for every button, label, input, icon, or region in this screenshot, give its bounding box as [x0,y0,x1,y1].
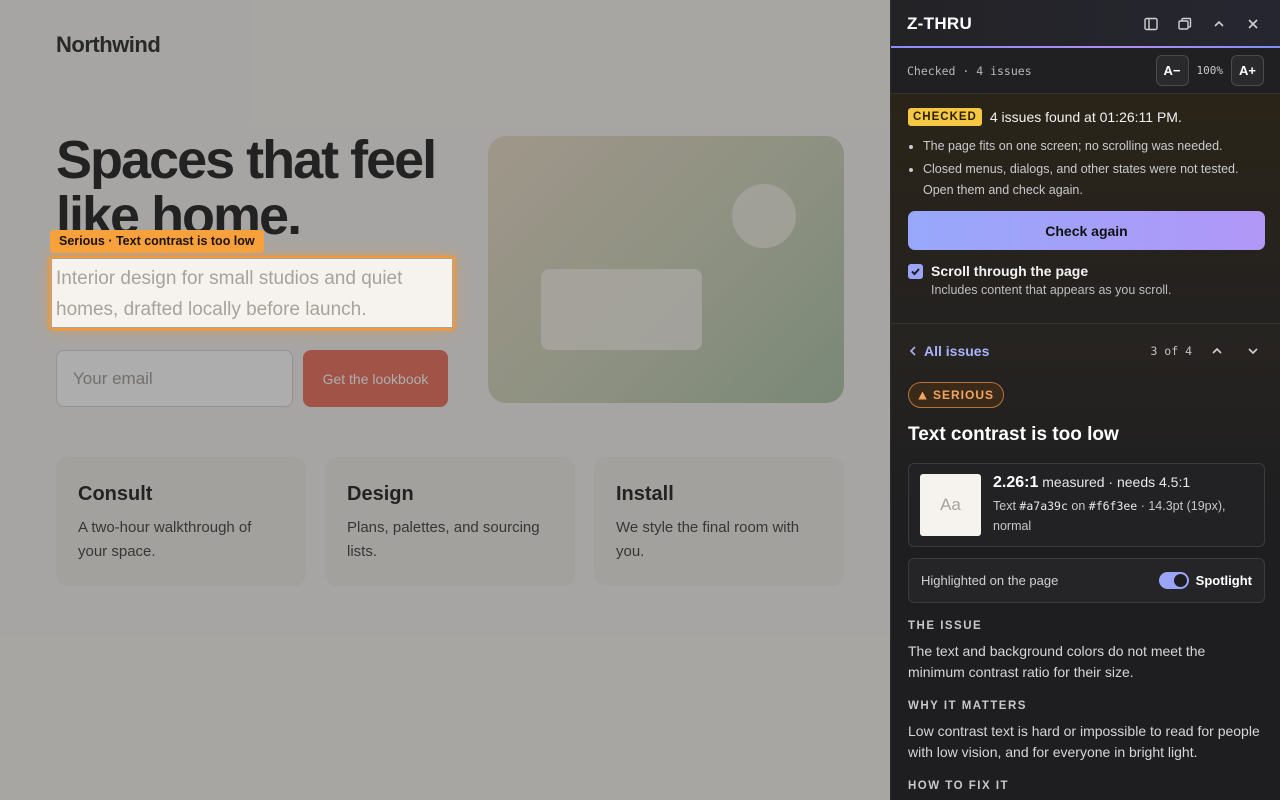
scroll-checkbox[interactable] [908,264,923,279]
issue-title: Text contrast is too low [908,424,1119,445]
section-heading: HOW TO FIX IT [908,780,1010,792]
issue-detail: All issues 3 of 4 SERIOUS Text contrast … [891,324,1280,800]
text-label: Text [993,499,1016,513]
zthru-panel: Z-THRU Checked · 4 issues A− 100% A+ CHE… [890,0,1280,800]
contrast-ratio-line: 2.26:1 measured · needs 4.5:1 [993,474,1253,492]
issue-nav: All issues 3 of 4 [908,340,1264,362]
spotlight-row: Highlighted on the page Spotlight [908,558,1265,603]
check-again-button[interactable]: Check again [908,211,1265,250]
checked-badge: CHECKED [908,108,982,126]
lookbook-button[interactable]: Get the lookbook [303,350,448,407]
spotlight-description: Highlighted on the page [921,573,1059,588]
card-text: A two-hour walkthrough of your space. [78,519,252,560]
status-text: Checked · 4 issues [907,63,1032,78]
header-actions [1140,13,1264,35]
all-issues-link[interactable]: All issues [908,343,989,359]
hero-image-circle [732,184,796,248]
chevron-up-icon [1212,347,1222,354]
summary-note: The page fits on one screen; no scrollin… [923,136,1264,157]
chevron-down-icon [1248,348,1258,355]
issue-highlight-tag: Serious · Text contrast is too low [50,230,264,253]
checkmark-icon [911,268,920,276]
contrast-ratio: 2.26:1 [993,474,1039,491]
card-text: We style the final room with you. [616,519,800,560]
previous-issue-button[interactable] [1206,340,1228,362]
contrast-card: Aa 2.26:1 measured · needs 4.5:1 Text #a… [908,463,1265,547]
collapse-icon[interactable] [1208,13,1230,35]
warning-icon [918,391,927,399]
chevron-left-icon [909,346,916,356]
status-bar: Checked · 4 issues A− 100% A+ [891,48,1280,94]
zoom-level: 100% [1196,64,1224,77]
section-body: The text and background colors do not me… [908,643,1206,680]
summary-note: Closed menus, dialogs, and other states … [923,159,1264,201]
hero-headline: Spaces that feel like home. [56,130,437,246]
zoom-out-button[interactable]: A− [1155,55,1189,86]
service-cards: Consult A two-hour walkthrough of your s… [56,457,844,586]
web-page: Northwind Spaces that feel like home. In… [0,0,890,800]
scroll-description: Includes content that appears as you scr… [931,283,1172,297]
spotlight-control[interactable]: Spotlight [1158,572,1252,589]
zoom-controls: A− 100% A+ [1155,55,1264,86]
card-text: Plans, palettes, and sourcing lists. [347,519,540,560]
severity-badge: SERIOUS [908,382,1005,408]
summary-header: CHECKED 4 issues found at 01:26:11 PM. [908,108,1264,126]
spotlight-toggle[interactable] [1158,572,1189,589]
all-issues-label: All issues [924,343,990,359]
zoom-in-button[interactable]: A+ [1231,55,1264,86]
issue-pager: 3 of 4 [1150,340,1264,362]
service-card-consult: Consult A two-hour walkthrough of your s… [56,457,306,586]
section-heading: WHY IT MATTERS [908,700,1027,712]
foreground-color: #a7a39c [1019,499,1068,513]
contrast-swatch: Aa [920,474,981,536]
service-card-install: Install We style the final room with you… [594,457,844,586]
email-input[interactable] [56,350,293,407]
contrast-requirement: measured · needs 4.5:1 [1042,474,1191,490]
popout-icon[interactable] [1174,13,1196,35]
site-logo[interactable]: Northwind [56,32,161,58]
panel-title: Z-THRU [907,14,973,33]
summary-message: 4 issues found at 01:26:11 PM. [989,109,1182,125]
issue-highlight-ring [49,256,455,330]
hero-image-rect [541,269,702,350]
section-body: Low contrast text is hard or impossible … [908,723,1260,760]
card-title: Design [347,483,414,505]
issue-position: 3 of 4 [1150,344,1192,358]
section-heading: THE ISSUE [908,620,983,632]
close-icon[interactable] [1242,13,1264,35]
card-title: Consult [78,483,153,505]
check-summary: CHECKED 4 issues found at 01:26:11 PM. T… [891,94,1280,324]
hero-image [488,136,844,403]
severity-label: SERIOUS [933,388,995,402]
service-card-design: Design Plans, palettes, and sourcing lis… [325,457,575,586]
card-title: Install [616,483,674,505]
panel-header: Z-THRU [891,0,1280,48]
spotlight-label: Spotlight [1195,573,1252,588]
on-label: on [1071,499,1086,513]
next-issue-button[interactable] [1242,340,1264,362]
color-details: Text #a7a39c on #f6f3ee · 14.3pt (19px),… [993,496,1253,536]
scroll-label: Scroll through the page [931,263,1089,279]
sidebar-icon[interactable] [1140,13,1162,35]
scroll-option[interactable]: Scroll through the page Includes content… [908,263,1264,297]
background-color: #f6f3ee [1088,499,1138,513]
summary-notes: The page fits on one screen; no scrollin… [923,136,1264,201]
